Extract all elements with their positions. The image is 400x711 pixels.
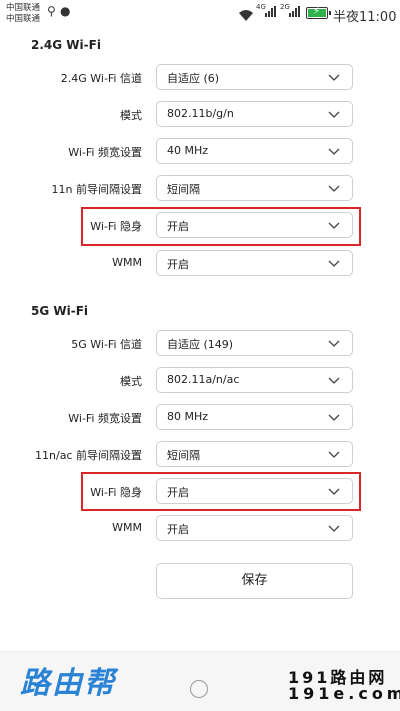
select-24g-hidden[interactable]: 开启 <box>156 212 353 238</box>
select-24g-mode[interactable]: 802.11b/g/n <box>156 101 353 127</box>
select-5g-hidden[interactable]: 开启 <box>156 478 353 504</box>
save-button[interactable]: 保存 <box>156 563 353 599</box>
chevron-down-icon <box>328 340 340 347</box>
chevron-down-icon <box>328 222 340 229</box>
carrier-1: 中国联通 <box>6 3 41 13</box>
chevron-down-icon <box>328 451 340 458</box>
wechat-icon: ● <box>60 4 71 18</box>
select-24g-channel[interactable]: 自适应 (6) <box>156 64 353 90</box>
chevron-down-icon <box>328 525 340 532</box>
signal-bars-1-icon <box>265 6 276 17</box>
select-5g-channel[interactable]: 自适应 (149) <box>156 330 353 356</box>
status-bar: 中国联通 中国联通 ⚲ ● 4G 2G ⚡ 半夜11:00 <box>0 0 400 28</box>
carrier-2: 中国联通 <box>6 14 41 24</box>
watermark-right-line2: 191e.com <box>288 684 400 703</box>
label-5g-hidden: Wi-Fi 隐身 <box>90 486 142 499</box>
chevron-down-icon <box>328 74 340 81</box>
select-5g-wmm[interactable]: 开启 <box>156 515 353 541</box>
section-title-5g: 5G Wi-Fi <box>31 304 89 318</box>
chevron-down-icon <box>328 414 340 421</box>
label-5g-wmm: WMM <box>112 521 142 534</box>
battery-icon: ⚡ <box>306 6 331 19</box>
label-24g-bandwidth: Wi-Fi 频宽设置 <box>68 146 142 159</box>
usb-icon: ⚲ <box>47 4 56 18</box>
chevron-down-icon <box>328 377 340 384</box>
label-24g-wmm: WMM <box>112 256 142 269</box>
select-24g-guard-interval[interactable]: 短间隔 <box>156 175 353 201</box>
watermark-left: 路由帮 <box>20 666 116 701</box>
label-24g-mode: 模式 <box>120 109 142 122</box>
chevron-down-icon <box>328 488 340 495</box>
label-5g-mode: 模式 <box>120 375 142 388</box>
chevron-down-icon <box>328 148 340 155</box>
select-24g-bandwidth[interactable]: 40 MHz <box>156 138 353 164</box>
label-5g-channel: 5G Wi-Fi 信道 <box>71 338 142 351</box>
select-5g-bandwidth[interactable]: 80 MHz <box>156 404 353 430</box>
clock: 半夜11:00 <box>333 10 397 25</box>
section-title-24g: 2.4G Wi-Fi <box>31 38 101 52</box>
select-5g-mode[interactable]: 802.11a/n/ac <box>156 367 353 393</box>
signal-bars-2-icon <box>289 6 300 17</box>
label-5g-bandwidth: Wi-Fi 频宽设置 <box>68 412 142 425</box>
navigation-bar: 路由帮 191路由网 191e.com <box>0 651 400 711</box>
label-5g-guard-interval: 11n/ac 前导间隔设置 <box>35 449 142 462</box>
wifi-icon <box>239 10 253 21</box>
chevron-down-icon <box>328 260 340 267</box>
select-5g-guard-interval[interactable]: 短间隔 <box>156 441 353 467</box>
label-24g-hidden: Wi-Fi 隐身 <box>90 220 142 233</box>
label-24g-channel: 2.4G Wi-Fi 信道 <box>60 72 142 85</box>
chevron-down-icon <box>328 185 340 192</box>
chevron-down-icon <box>328 111 340 118</box>
label-24g-guard-interval: 11n 前导间隔设置 <box>51 183 142 196</box>
home-button[interactable] <box>190 680 208 698</box>
select-24g-wmm[interactable]: 开启 <box>156 250 353 276</box>
